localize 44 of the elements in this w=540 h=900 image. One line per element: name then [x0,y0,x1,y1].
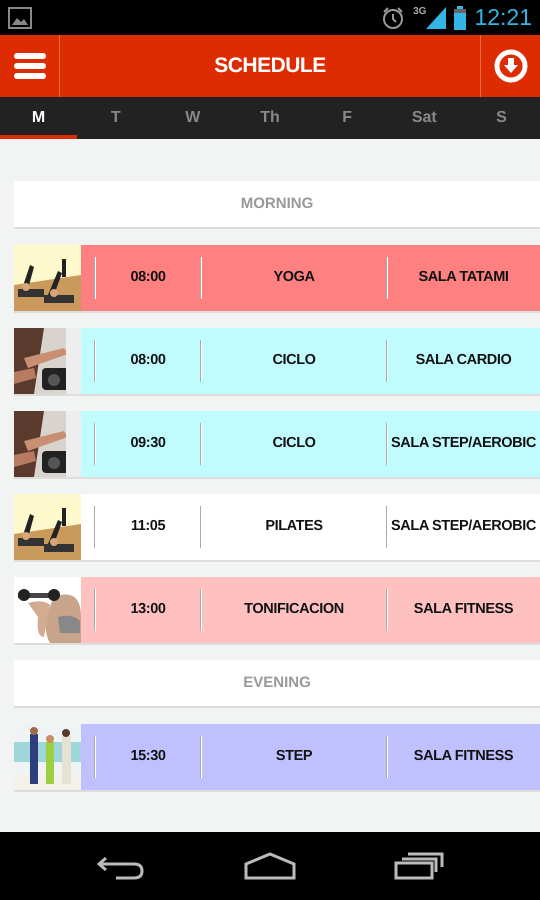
class-name: CICLO [272,434,316,454]
room-name: SALA CARDIO [416,351,512,370]
room-name: SALA FITNESS [414,600,514,620]
status-time: 12:21 [474,3,532,32]
class-time: 13:00 [130,600,166,620]
room-name: SALA STEP/AEROBIC [391,434,536,454]
day-tab[interactable]: M [0,97,78,139]
class-row[interactable]: 08:00 YOGA SALA TATAMI [81,245,540,311]
class-row[interactable]: 08:00 CICLO SALA CARDIO [81,328,540,394]
class-row[interactable]: 09:30 CICLO SALA STEP/AEROBIC [81,411,540,477]
screen-title: SCHEDULE [214,53,326,80]
class-row[interactable]: 13:00 TONIFICACION SALA FITNESS [81,577,540,643]
day-tab[interactable]: W [154,97,232,139]
class-time: 09:30 [130,434,166,454]
class-row[interactable]: 15:30 STEP SALA FITNESS [81,724,540,790]
class-name: STEP [276,747,312,766]
class-name: YOGA [273,268,315,288]
class-time: 08:00 [130,351,166,370]
class-time: 15:30 [130,747,166,766]
signal-icon [426,6,446,28]
day-tab[interactable]: F [308,97,386,139]
class-name: PILATES [265,517,323,536]
day-tab[interactable]: Th [231,97,309,139]
class-name: CICLO [272,351,316,370]
room-name: SALA STEP/AEROBIC [391,517,536,536]
class-time: 11:05 [130,517,166,536]
battery-icon [454,6,466,30]
room-name: SALA FITNESS [414,747,514,766]
day-tab[interactable]: S [462,97,540,139]
day-tab[interactable]: Sat [386,97,463,139]
class-time: 08:00 [130,268,166,288]
class-row[interactable]: 11:05 PILATES SALA STEP/AEROBIC [81,494,540,560]
network-label: 3G [413,5,426,19]
section-title: EVENING [243,672,311,693]
room-name: SALA TATAMI [418,268,509,288]
gallery-icon [8,6,32,28]
alarm-icon [381,6,406,30]
day-tab[interactable]: T [77,97,154,139]
recent-apps-icon[interactable] [394,852,444,880]
home-icon[interactable] [242,852,297,880]
menu-icon[interactable] [12,52,46,80]
section-title: MORNING [240,194,314,214]
class-name: TONIFICACION [244,600,344,620]
download-icon[interactable] [494,49,528,83]
